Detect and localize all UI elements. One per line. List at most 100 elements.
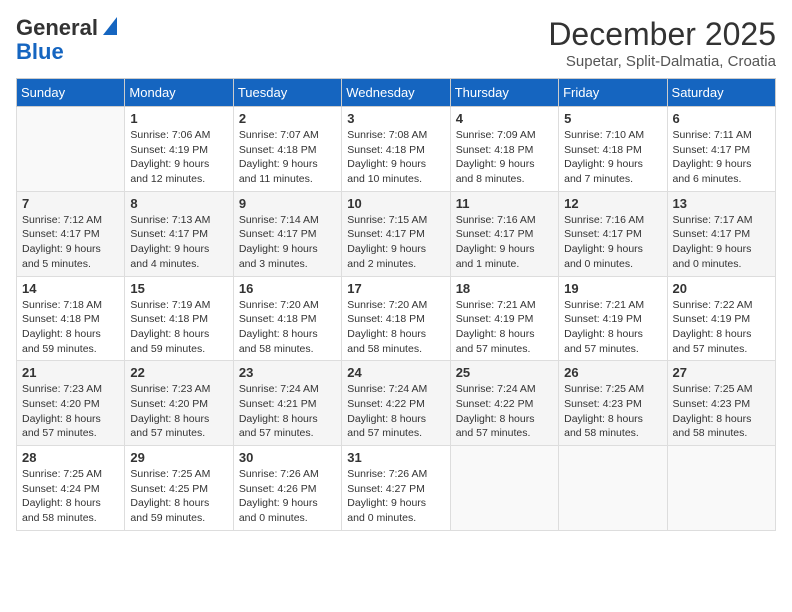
calendar-week-row: 28Sunrise: 7:25 AMSunset: 4:24 PMDayligh… [17, 446, 776, 531]
calendar-cell [559, 446, 667, 531]
calendar-cell: 28Sunrise: 7:25 AMSunset: 4:24 PMDayligh… [17, 446, 125, 531]
calendar-table: SundayMondayTuesdayWednesdayThursdayFrid… [16, 78, 776, 531]
calendar-cell: 29Sunrise: 7:25 AMSunset: 4:25 PMDayligh… [125, 446, 233, 531]
day-number: 24 [347, 365, 444, 380]
day-info: Sunrise: 7:14 AMSunset: 4:17 PMDaylight:… [239, 213, 336, 272]
calendar-cell: 31Sunrise: 7:26 AMSunset: 4:27 PMDayligh… [342, 446, 450, 531]
calendar-week-row: 21 Sunrise: 7:23 AMSunset: 4:20 PMDayligh… [17, 361, 776, 446]
day-of-week-header: Sunday [17, 79, 125, 107]
day-number: 25 [456, 365, 553, 380]
day-number: 1 [130, 111, 227, 126]
day-number: 5 [564, 111, 661, 126]
day-info: Sunrise: 7:20 AMSunset: 4:18 PMDaylight:… [239, 298, 336, 357]
calendar-cell: 27Sunrise: 7:25 AMSunset: 4:23 PMDayligh… [667, 361, 775, 446]
calendar-cell: 26 Sunrise: 7:25 AMSunset: 4:23 PMDayligh… [559, 361, 667, 446]
day-info: Sunrise: 7:15 AMSunset: 4:17 PMDaylight:… [347, 213, 444, 272]
day-info: Sunrise: 7:17 AMSunset: 4:17 PMDaylight:… [673, 213, 770, 272]
day-number: 15 [130, 281, 227, 296]
logo: General Blue [16, 16, 117, 64]
calendar-cell: 5 Sunrise: 7:10 AMSunset: 4:18 PMDaylight… [559, 107, 667, 192]
day-info: Sunrise: 7:11 AMSunset: 4:17 PMDaylight:… [673, 128, 770, 187]
title-block: December 2025 Supetar, Split-Dalmatia, C… [548, 16, 776, 70]
calendar-cell: 9 Sunrise: 7:14 AMSunset: 4:17 PMDaylight… [233, 191, 341, 276]
calendar-cell: 20 Sunrise: 7:22 AMSunset: 4:19 PMDayligh… [667, 276, 775, 361]
day-info: Sunrise: 7:20 AMSunset: 4:18 PMDaylight:… [347, 298, 444, 357]
calendar-cell: 7Sunrise: 7:12 AMSunset: 4:17 PMDaylight… [17, 191, 125, 276]
day-number: 18 [456, 281, 553, 296]
calendar-cell: 12Sunrise: 7:16 AMSunset: 4:17 PMDayligh… [559, 191, 667, 276]
day-number: 11 [456, 196, 553, 211]
day-number: 7 [22, 196, 119, 211]
logo-blue: Blue [16, 40, 64, 64]
calendar-cell: 10 Sunrise: 7:15 AMSunset: 4:17 PMDayligh… [342, 191, 450, 276]
day-number: 8 [130, 196, 227, 211]
day-of-week-header: Monday [125, 79, 233, 107]
day-info: Sunrise: 7:24 AMSunset: 4:22 PMDaylight:… [347, 382, 444, 441]
day-info: Sunrise: 7:13 AMSunset: 4:17 PMDaylight:… [130, 213, 227, 272]
calendar-cell: 16 Sunrise: 7:20 AMSunset: 4:18 PMDayligh… [233, 276, 341, 361]
day-info: Sunrise: 7:21 AMSunset: 4:19 PMDaylight:… [564, 298, 661, 357]
calendar-cell: 6 Sunrise: 7:11 AMSunset: 4:17 PMDaylight… [667, 107, 775, 192]
day-number: 16 [239, 281, 336, 296]
day-number: 2 [239, 111, 336, 126]
calendar-cell [17, 107, 125, 192]
day-info: Sunrise: 7:22 AMSunset: 4:19 PMDaylight:… [673, 298, 770, 357]
day-of-week-header: Friday [559, 79, 667, 107]
calendar-cell: 4Sunrise: 7:09 AMSunset: 4:18 PMDaylight… [450, 107, 558, 192]
calendar-cell: 17Sunrise: 7:20 AMSunset: 4:18 PMDayligh… [342, 276, 450, 361]
logo-triangle-icon [99, 17, 117, 35]
day-info: Sunrise: 7:24 AMSunset: 4:21 PMDaylight:… [239, 382, 336, 441]
calendar-cell: 14 Sunrise: 7:18 AMSunset: 4:18 PMDayligh… [17, 276, 125, 361]
day-of-week-header: Wednesday [342, 79, 450, 107]
logo-general: General [16, 16, 98, 40]
page-header: General Blue December 2025 Supetar, Spli… [16, 16, 776, 70]
day-number: 10 [347, 196, 444, 211]
day-number: 6 [673, 111, 770, 126]
calendar-cell: 3 Sunrise: 7:08 AMSunset: 4:18 PMDaylight… [342, 107, 450, 192]
calendar-cell: 21 Sunrise: 7:23 AMSunset: 4:20 PMDayligh… [17, 361, 125, 446]
day-number: 21 [22, 365, 119, 380]
day-of-week-header: Tuesday [233, 79, 341, 107]
day-info: Sunrise: 7:23 AMSunset: 4:20 PMDaylight:… [22, 382, 119, 441]
day-number: 14 [22, 281, 119, 296]
day-number: 29 [130, 450, 227, 465]
day-info: Sunrise: 7:10 AMSunset: 4:18 PMDaylight:… [564, 128, 661, 187]
calendar-cell: 25 Sunrise: 7:24 AMSunset: 4:22 PMDayligh… [450, 361, 558, 446]
day-of-week-header: Thursday [450, 79, 558, 107]
day-number: 27 [673, 365, 770, 380]
calendar-cell: 18 Sunrise: 7:21 AMSunset: 4:19 PMDayligh… [450, 276, 558, 361]
day-info: Sunrise: 7:18 AMSunset: 4:18 PMDaylight:… [22, 298, 119, 357]
calendar-cell: 24 Sunrise: 7:24 AMSunset: 4:22 PMDayligh… [342, 361, 450, 446]
day-info: Sunrise: 7:24 AMSunset: 4:22 PMDaylight:… [456, 382, 553, 441]
calendar-cell: 19 Sunrise: 7:21 AMSunset: 4:19 PMDayligh… [559, 276, 667, 361]
calendar-week-row: 7Sunrise: 7:12 AMSunset: 4:17 PMDaylight… [17, 191, 776, 276]
day-info: Sunrise: 7:08 AMSunset: 4:18 PMDaylight:… [347, 128, 444, 187]
day-info: Sunrise: 7:25 AMSunset: 4:24 PMDaylight:… [22, 467, 119, 526]
day-number: 9 [239, 196, 336, 211]
day-number: 19 [564, 281, 661, 296]
day-info: Sunrise: 7:21 AMSunset: 4:19 PMDaylight:… [456, 298, 553, 357]
day-info: Sunrise: 7:25 AMSunset: 4:23 PMDaylight:… [564, 382, 661, 441]
calendar-cell: 13 Sunrise: 7:17 AMSunset: 4:17 PMDayligh… [667, 191, 775, 276]
day-number: 13 [673, 196, 770, 211]
day-info: Sunrise: 7:06 AMSunset: 4:19 PMDaylight:… [130, 128, 227, 187]
day-info: Sunrise: 7:26 AMSunset: 4:26 PMDaylight:… [239, 467, 336, 526]
day-number: 22 [130, 365, 227, 380]
calendar-cell: 15Sunrise: 7:19 AMSunset: 4:18 PMDayligh… [125, 276, 233, 361]
day-number: 3 [347, 111, 444, 126]
location-subtitle: Supetar, Split-Dalmatia, Croatia [548, 53, 776, 70]
day-info: Sunrise: 7:07 AMSunset: 4:18 PMDaylight:… [239, 128, 336, 187]
calendar-cell: 11 Sunrise: 7:16 AMSunset: 4:17 PMDayligh… [450, 191, 558, 276]
calendar-cell [450, 446, 558, 531]
calendar-cell: 22 Sunrise: 7:23 AMSunset: 4:20 PMDayligh… [125, 361, 233, 446]
day-number: 20 [673, 281, 770, 296]
day-number: 26 [564, 365, 661, 380]
day-number: 30 [239, 450, 336, 465]
day-info: Sunrise: 7:16 AMSunset: 4:17 PMDaylight:… [456, 213, 553, 272]
day-info: Sunrise: 7:23 AMSunset: 4:20 PMDaylight:… [130, 382, 227, 441]
day-info: Sunrise: 7:16 AMSunset: 4:17 PMDaylight:… [564, 213, 661, 272]
day-number: 23 [239, 365, 336, 380]
calendar-cell: 30 Sunrise: 7:26 AMSunset: 4:26 PMDayligh… [233, 446, 341, 531]
calendar-cell [667, 446, 775, 531]
calendar-cell: 23 Sunrise: 7:24 AMSunset: 4:21 PMDayligh… [233, 361, 341, 446]
